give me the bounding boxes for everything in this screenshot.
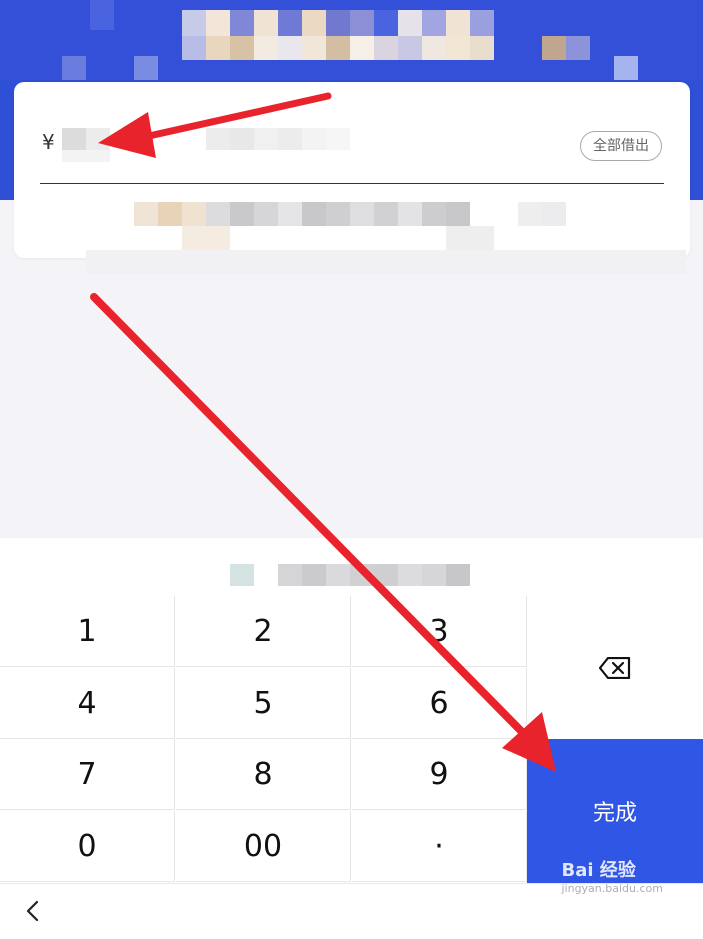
key-6[interactable]: 6 [352,668,527,739]
key-2[interactable]: 2 [176,596,351,667]
key-1[interactable]: 1 [0,596,175,667]
currency-symbol: ¥ [42,130,55,154]
amount-underline [40,183,664,184]
blurred-header-mosaic [0,0,703,80]
borrow-all-button[interactable]: 全部借出 [580,131,662,161]
key-0[interactable]: 0 [0,811,175,882]
delete-button[interactable] [527,596,703,739]
amount-input[interactable] [62,124,352,164]
watermark-url: jingyan.baidu.com [561,882,663,895]
key-5[interactable]: 5 [176,668,351,739]
key-7[interactable]: 7 [0,739,175,810]
keyboard-header [0,538,703,596]
key-8[interactable]: 8 [176,739,351,810]
baidu-watermark: Bai 经验 jingyan.baidu.com [561,856,663,895]
key-decimal[interactable]: · [352,811,527,882]
key-3[interactable]: 3 [352,596,527,667]
key-4[interactable]: 4 [0,668,175,739]
watermark-brand: Bai 经验 [561,860,636,881]
blurred-tip-text [86,202,686,274]
blurred-keyboard-title [230,564,470,586]
numeric-keypad: 1 2 3 4 5 6 7 8 9 0 00 · 完成 [0,596,703,883]
backspace-icon [599,656,631,679]
key-00[interactable]: 00 [176,811,351,882]
chevron-left-icon[interactable] [22,898,46,924]
key-9[interactable]: 9 [352,739,527,810]
